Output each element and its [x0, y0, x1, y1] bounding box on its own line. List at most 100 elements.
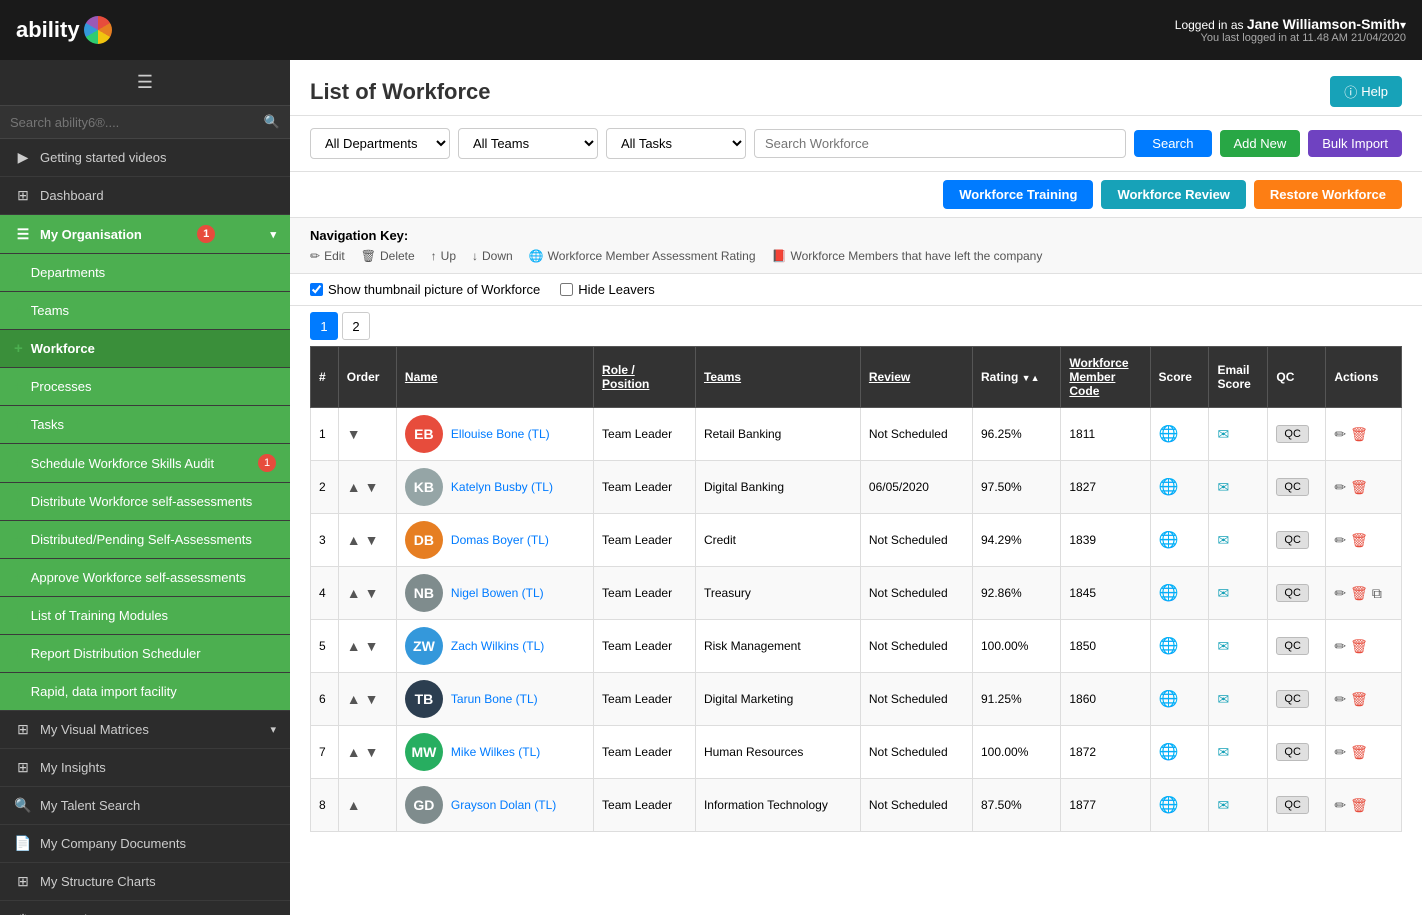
- qc-button[interactable]: QC: [1276, 531, 1309, 549]
- sidebar-item-visual-matrices[interactable]: ⊞ My Visual Matrices ▾: [0, 711, 290, 749]
- sidebar-search-input[interactable]: [10, 115, 264, 130]
- score-icon[interactable]: 🌐: [1159, 691, 1179, 708]
- role-sort-link[interactable]: Role /Position: [602, 363, 649, 391]
- sidebar-item-getting-started[interactable]: ▶ Getting started videos: [0, 139, 290, 177]
- delete-icon[interactable]: 🗑: [1350, 744, 1368, 761]
- score-icon[interactable]: 🌐: [1159, 744, 1179, 761]
- qc-button[interactable]: QC: [1276, 690, 1309, 708]
- workforce-member-link[interactable]: Tarun Bone (TL): [451, 692, 538, 706]
- teams-filter[interactable]: All Teams: [458, 128, 598, 159]
- delete-icon[interactable]: 🗑: [1350, 426, 1368, 443]
- order-up-icon[interactable]: ▲: [347, 691, 361, 707]
- order-down-icon[interactable]: ▼: [365, 479, 379, 495]
- email-icon[interactable]: ✉: [1217, 744, 1229, 760]
- sidebar-item-approve[interactable]: + Approve Workforce self-assessments: [0, 559, 290, 597]
- score-icon[interactable]: 🌐: [1159, 426, 1179, 443]
- sidebar-item-distributed-pending[interactable]: + Distributed/Pending Self-Assessments: [0, 521, 290, 559]
- review-sort-link[interactable]: Review: [869, 370, 910, 384]
- edit-icon[interactable]: ✏: [1334, 532, 1346, 549]
- score-icon[interactable]: 🌐: [1159, 479, 1179, 496]
- workforce-member-link[interactable]: Zach Wilkins (TL): [451, 639, 544, 653]
- help-button[interactable]: ⓘ Help: [1330, 76, 1402, 107]
- email-icon[interactable]: ✉: [1217, 585, 1229, 601]
- delete-icon[interactable]: 🗑: [1350, 532, 1368, 549]
- workforce-member-link[interactable]: Grayson Dolan (TL): [451, 798, 556, 812]
- edit-icon[interactable]: ✏: [1334, 744, 1346, 761]
- sidebar-item-company-docs[interactable]: 📄 My Company Documents: [0, 825, 290, 863]
- workforce-training-button[interactable]: Workforce Training: [943, 180, 1093, 209]
- delete-icon[interactable]: 🗑: [1350, 638, 1368, 655]
- name-sort-link[interactable]: Name: [405, 370, 438, 384]
- user-name[interactable]: Jane Williamson-Smith: [1247, 16, 1400, 32]
- hide-leavers-checkbox[interactable]: [560, 283, 573, 296]
- sidebar-item-rapid-import[interactable]: + Rapid, data import facility: [0, 673, 290, 711]
- delete-icon[interactable]: 🗑: [1350, 797, 1368, 814]
- workforce-review-button[interactable]: Workforce Review: [1101, 180, 1245, 209]
- hide-leavers-label[interactable]: Hide Leavers: [560, 282, 655, 297]
- search-workforce-input[interactable]: [754, 129, 1126, 158]
- sidebar-item-dashboard[interactable]: ⊞ Dashboard: [0, 177, 290, 215]
- sidebar-item-processes[interactable]: + Processes: [0, 368, 290, 406]
- teams-sort-link[interactable]: Teams: [704, 370, 741, 384]
- hamburger-icon[interactable]: ☰: [0, 60, 290, 106]
- edit-icon[interactable]: ✏: [1334, 691, 1346, 708]
- add-new-button[interactable]: Add New: [1220, 130, 1301, 157]
- order-down-icon[interactable]: ▼: [347, 426, 361, 442]
- copy-icon[interactable]: ⧉: [1372, 585, 1382, 602]
- qc-button[interactable]: QC: [1276, 796, 1309, 814]
- order-down-icon[interactable]: ▼: [365, 638, 379, 654]
- delete-icon[interactable]: 🗑: [1350, 691, 1368, 708]
- email-icon[interactable]: ✉: [1217, 638, 1229, 654]
- workforce-member-link[interactable]: Katelyn Busby (TL): [451, 480, 553, 494]
- order-up-icon[interactable]: ▲: [347, 744, 361, 760]
- qc-button[interactable]: QC: [1276, 478, 1309, 496]
- sidebar-item-my-organisation[interactable]: ☰ My Organisation 1 ▾: [0, 215, 290, 254]
- search-button[interactable]: Search: [1134, 130, 1211, 157]
- edit-icon[interactable]: ✏: [1334, 585, 1346, 602]
- show-thumbnail-label[interactable]: Show thumbnail picture of Workforce: [310, 282, 540, 297]
- order-up-icon[interactable]: ▲: [347, 532, 361, 548]
- workforce-member-link[interactable]: Domas Boyer (TL): [451, 533, 549, 547]
- sidebar-item-structure-charts[interactable]: ⊞ My Structure Charts: [0, 863, 290, 901]
- qc-button[interactable]: QC: [1276, 584, 1309, 602]
- order-up-icon[interactable]: ▲: [347, 479, 361, 495]
- delete-icon[interactable]: 🗑: [1350, 479, 1368, 496]
- workforce-member-link[interactable]: Mike Wilkes (TL): [451, 745, 540, 759]
- bulk-import-button[interactable]: Bulk Import: [1308, 130, 1402, 157]
- email-icon[interactable]: ✉: [1217, 479, 1229, 495]
- workforce-member-link[interactable]: Nigel Bowen (TL): [451, 586, 544, 600]
- order-up-icon[interactable]: ▲: [347, 638, 361, 654]
- sidebar-item-teams[interactable]: + Teams: [0, 292, 290, 330]
- sidebar-item-report-dist[interactable]: + Report Distribution Scheduler: [0, 635, 290, 673]
- email-icon[interactable]: ✉: [1217, 691, 1229, 707]
- edit-icon[interactable]: ✏: [1334, 426, 1346, 443]
- sidebar-item-insights[interactable]: ⊞ My Insights: [0, 749, 290, 787]
- order-down-icon[interactable]: ▼: [365, 532, 379, 548]
- score-icon[interactable]: 🌐: [1159, 638, 1179, 655]
- sidebar-item-tasks[interactable]: + Tasks: [0, 406, 290, 444]
- edit-icon[interactable]: ✏: [1334, 479, 1346, 496]
- sidebar-item-talent-search[interactable]: 🔍 My Talent Search: [0, 787, 290, 825]
- sidebar-item-departments[interactable]: + Departments: [0, 254, 290, 292]
- score-icon[interactable]: 🌐: [1159, 532, 1179, 549]
- score-icon[interactable]: 🌐: [1159, 797, 1179, 814]
- sidebar-item-settings[interactable]: ⚙ My Settings ▾: [0, 901, 290, 915]
- show-thumbnail-checkbox[interactable]: [310, 283, 323, 296]
- delete-icon[interactable]: 🗑: [1350, 585, 1368, 602]
- qc-button[interactable]: QC: [1276, 637, 1309, 655]
- email-icon[interactable]: ✉: [1217, 426, 1229, 442]
- score-icon[interactable]: 🌐: [1159, 585, 1179, 602]
- order-up-icon[interactable]: ▲: [347, 797, 361, 813]
- sidebar-item-training-modules[interactable]: + List of Training Modules: [0, 597, 290, 635]
- order-down-icon[interactable]: ▼: [365, 691, 379, 707]
- wf-code-sort-link[interactable]: WorkforceMemberCode: [1069, 356, 1128, 398]
- qc-button[interactable]: QC: [1276, 743, 1309, 761]
- order-up-icon[interactable]: ▲: [347, 585, 361, 601]
- page-1-button[interactable]: 1: [310, 312, 338, 340]
- email-icon[interactable]: ✉: [1217, 532, 1229, 548]
- qc-button[interactable]: QC: [1276, 425, 1309, 443]
- sidebar-item-schedule-audit[interactable]: + Schedule Workforce Skills Audit 1: [0, 444, 290, 483]
- page-2-button[interactable]: 2: [342, 312, 370, 340]
- restore-workforce-button[interactable]: Restore Workforce: [1254, 180, 1402, 209]
- edit-icon[interactable]: ✏: [1334, 797, 1346, 814]
